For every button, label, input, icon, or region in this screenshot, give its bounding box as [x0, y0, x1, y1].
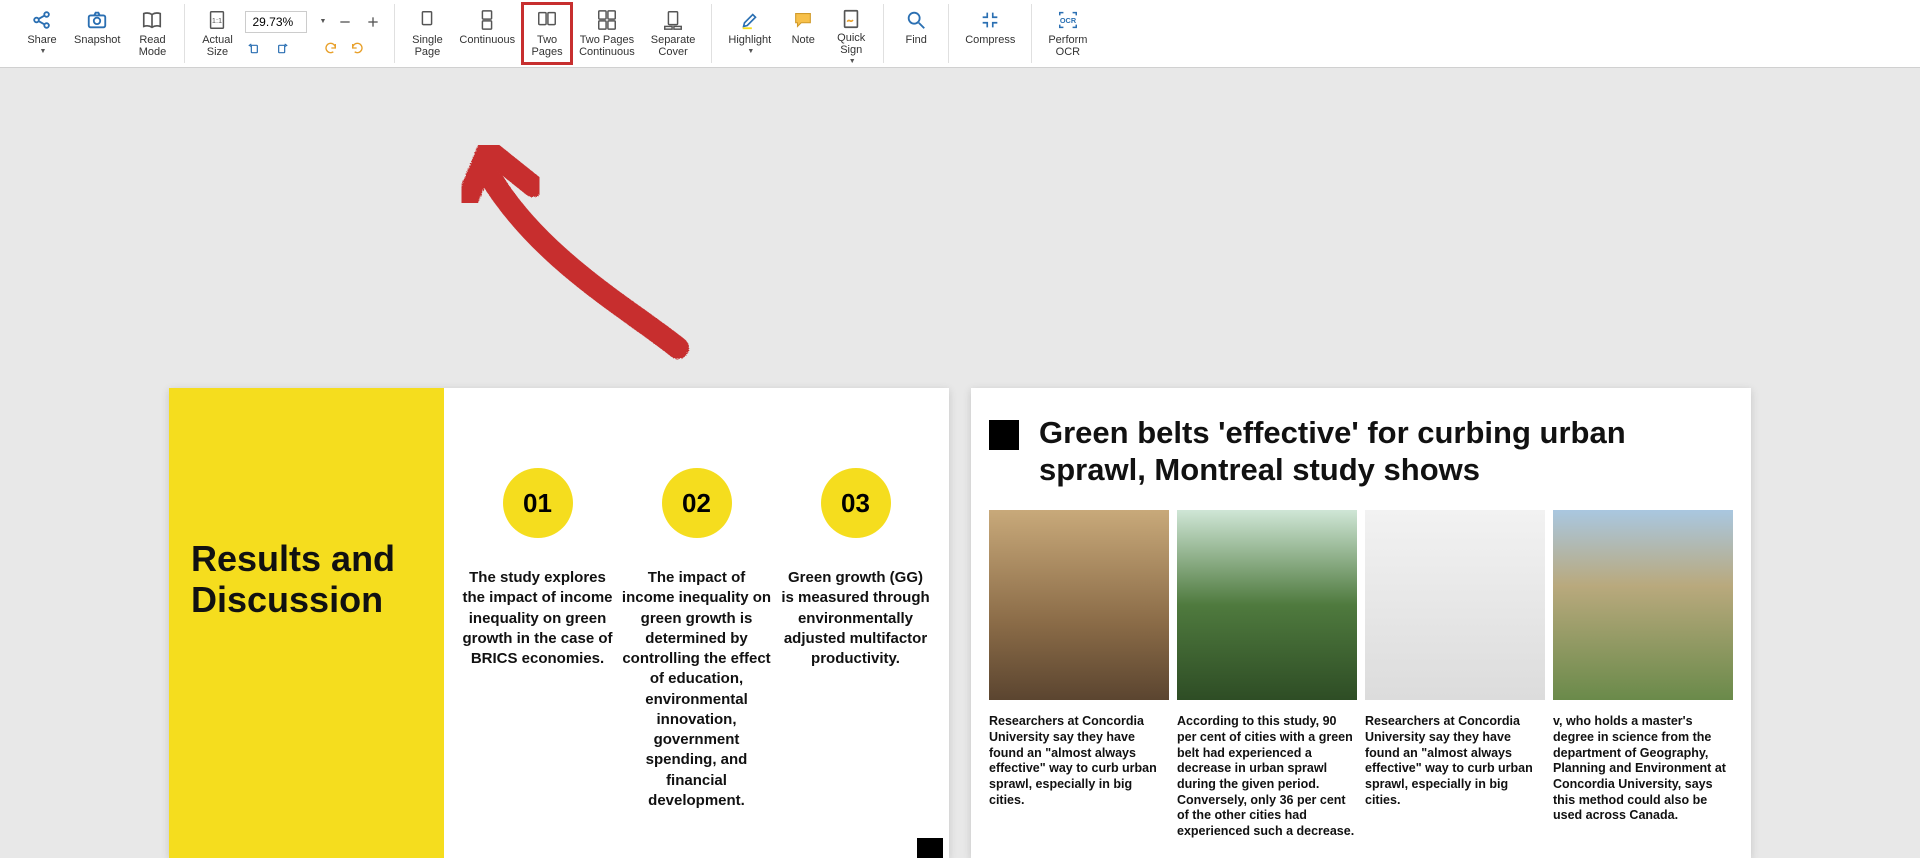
- zoom-input[interactable]: [245, 11, 307, 33]
- toolbar-group-annotate: Highlight▼ Note Quick Sign▼: [712, 4, 884, 63]
- separate-cover-button[interactable]: Separate Cover: [643, 4, 704, 63]
- single-page-icon: [415, 8, 439, 32]
- two-pages-continuous-label: Two Pages Continuous: [579, 34, 635, 58]
- zoom-in-button[interactable]: [364, 13, 382, 31]
- actual-size-label: Actual Size: [202, 34, 233, 58]
- toolbar-group-share: Share▼ Snapshot Read Mode: [10, 4, 185, 63]
- redo-button[interactable]: [349, 39, 367, 57]
- toolbar-group-zoom: 1:1 Actual Size ▼: [185, 4, 395, 63]
- highlighter-icon: [738, 8, 762, 32]
- snapshot-button[interactable]: Snapshot: [66, 4, 128, 63]
- two-pages-icon: [535, 8, 559, 32]
- result-text: Green growth (GG) is measured through en…: [780, 568, 931, 669]
- camera-icon: [85, 8, 109, 32]
- result-item: 03 Green growth (GG) is measured through…: [780, 468, 931, 858]
- zoom-out-button[interactable]: [336, 13, 354, 31]
- compress-label: Compress: [965, 34, 1015, 46]
- article-column: According to this study, 90 per cent of …: [1177, 510, 1357, 839]
- annotation-arrow: [448, 138, 728, 368]
- left-heading-panel: Results and Discussion: [169, 388, 444, 858]
- perform-ocr-button[interactable]: OCR Perform OCR: [1040, 4, 1095, 63]
- result-number-badge: 03: [821, 468, 891, 538]
- snapshot-label: Snapshot: [74, 34, 120, 46]
- actual-size-button[interactable]: 1:1 Actual Size: [193, 4, 241, 63]
- search-icon: [904, 8, 928, 32]
- share-button[interactable]: Share▼: [18, 4, 66, 63]
- results-columns: 01 The study explores the impact of inco…: [444, 388, 949, 858]
- article-text: Researchers at Concordia University say …: [989, 714, 1169, 808]
- separate-cover-label: Separate Cover: [651, 34, 696, 58]
- article-image: [1553, 510, 1733, 700]
- continuous-icon: [475, 8, 499, 32]
- toolbar: Share▼ Snapshot Read Mode 1:1 Actual Siz…: [0, 0, 1920, 68]
- article-text: According to this study, 90 per cent of …: [1177, 714, 1357, 839]
- book-icon: [140, 8, 164, 32]
- decor-square: [917, 838, 943, 858]
- two-pages-label: Two Pages: [531, 34, 562, 58]
- ocr-icon: OCR: [1056, 8, 1080, 32]
- article-column: v, who holds a master's degree in scienc…: [1553, 510, 1733, 839]
- highlight-label: Highlight: [728, 34, 771, 46]
- toolbar-group-find: Find: [884, 4, 949, 63]
- find-button[interactable]: Find: [892, 4, 940, 63]
- page-left: Results and Discussion 01 The study expl…: [169, 388, 949, 858]
- article-image: [1177, 510, 1357, 700]
- read-mode-label: Read Mode: [139, 34, 167, 58]
- highlight-button[interactable]: Highlight▼: [720, 4, 779, 63]
- result-text: The impact of income inequality on green…: [621, 568, 772, 811]
- compress-button[interactable]: Compress: [957, 4, 1023, 63]
- article-image: [989, 510, 1169, 700]
- svg-text:1:1: 1:1: [212, 16, 222, 25]
- article-image: [1365, 510, 1545, 700]
- continuous-button[interactable]: Continuous: [451, 4, 523, 63]
- single-page-label: Single Page: [412, 34, 443, 58]
- quick-sign-button[interactable]: Quick Sign▼: [827, 4, 875, 63]
- two-pages-button[interactable]: Two Pages: [523, 4, 571, 63]
- read-mode-button[interactable]: Read Mode: [128, 4, 176, 63]
- perform-ocr-label: Perform OCR: [1048, 34, 1087, 58]
- result-text: The study explores the impact of income …: [462, 568, 613, 669]
- toolbar-group-ocr: OCR Perform OCR: [1032, 4, 1103, 63]
- share-icon: [30, 8, 54, 32]
- share-label: Share: [27, 34, 56, 46]
- page-title: Results and Discussion: [191, 538, 422, 621]
- rotate-right-button[interactable]: [273, 39, 291, 57]
- two-pages-continuous-icon: [595, 8, 619, 32]
- article-columns: Researchers at Concordia University say …: [971, 488, 1751, 839]
- decor-square: [989, 420, 1019, 450]
- document-viewer: Results and Discussion 01 The study expl…: [0, 68, 1920, 858]
- two-pages-continuous-button[interactable]: Two Pages Continuous: [571, 4, 643, 63]
- note-label: Note: [792, 34, 815, 46]
- article-text: Researchers at Concordia University say …: [1365, 714, 1545, 808]
- single-page-button[interactable]: Single Page: [403, 4, 451, 63]
- result-number-badge: 01: [503, 468, 573, 538]
- undo-button[interactable]: [321, 39, 339, 57]
- note-icon: [791, 8, 815, 32]
- zoom-dropdown-icon[interactable]: ▼: [319, 18, 326, 25]
- article-headline: Green belts 'effective' for curbing urba…: [1039, 414, 1733, 488]
- quick-sign-label: Quick Sign: [837, 32, 865, 56]
- actual-size-icon: 1:1: [205, 8, 229, 32]
- page-right: Green belts 'effective' for curbing urba…: [971, 388, 1751, 858]
- toolbar-group-pagelayout: Single Page Continuous Two Pages Two Pag…: [395, 4, 712, 63]
- sign-icon: [839, 8, 863, 30]
- separate-cover-icon: [661, 8, 685, 32]
- continuous-label: Continuous: [459, 34, 515, 46]
- compress-icon: [978, 8, 1002, 32]
- article-column: Researchers at Concordia University say …: [989, 510, 1169, 839]
- toolbar-group-compress: Compress: [949, 4, 1032, 63]
- result-item: 02 The impact of income inequality on gr…: [621, 468, 772, 858]
- result-item: 01 The study explores the impact of inco…: [462, 468, 613, 858]
- note-button[interactable]: Note: [779, 4, 827, 63]
- rotate-left-button[interactable]: [245, 39, 263, 57]
- find-label: Find: [906, 34, 927, 46]
- zoom-controls: ▼: [241, 4, 386, 63]
- svg-text:OCR: OCR: [1060, 16, 1077, 25]
- result-number-badge: 02: [662, 468, 732, 538]
- article-column: Researchers at Concordia University say …: [1365, 510, 1545, 839]
- article-text: v, who holds a master's degree in scienc…: [1553, 714, 1733, 823]
